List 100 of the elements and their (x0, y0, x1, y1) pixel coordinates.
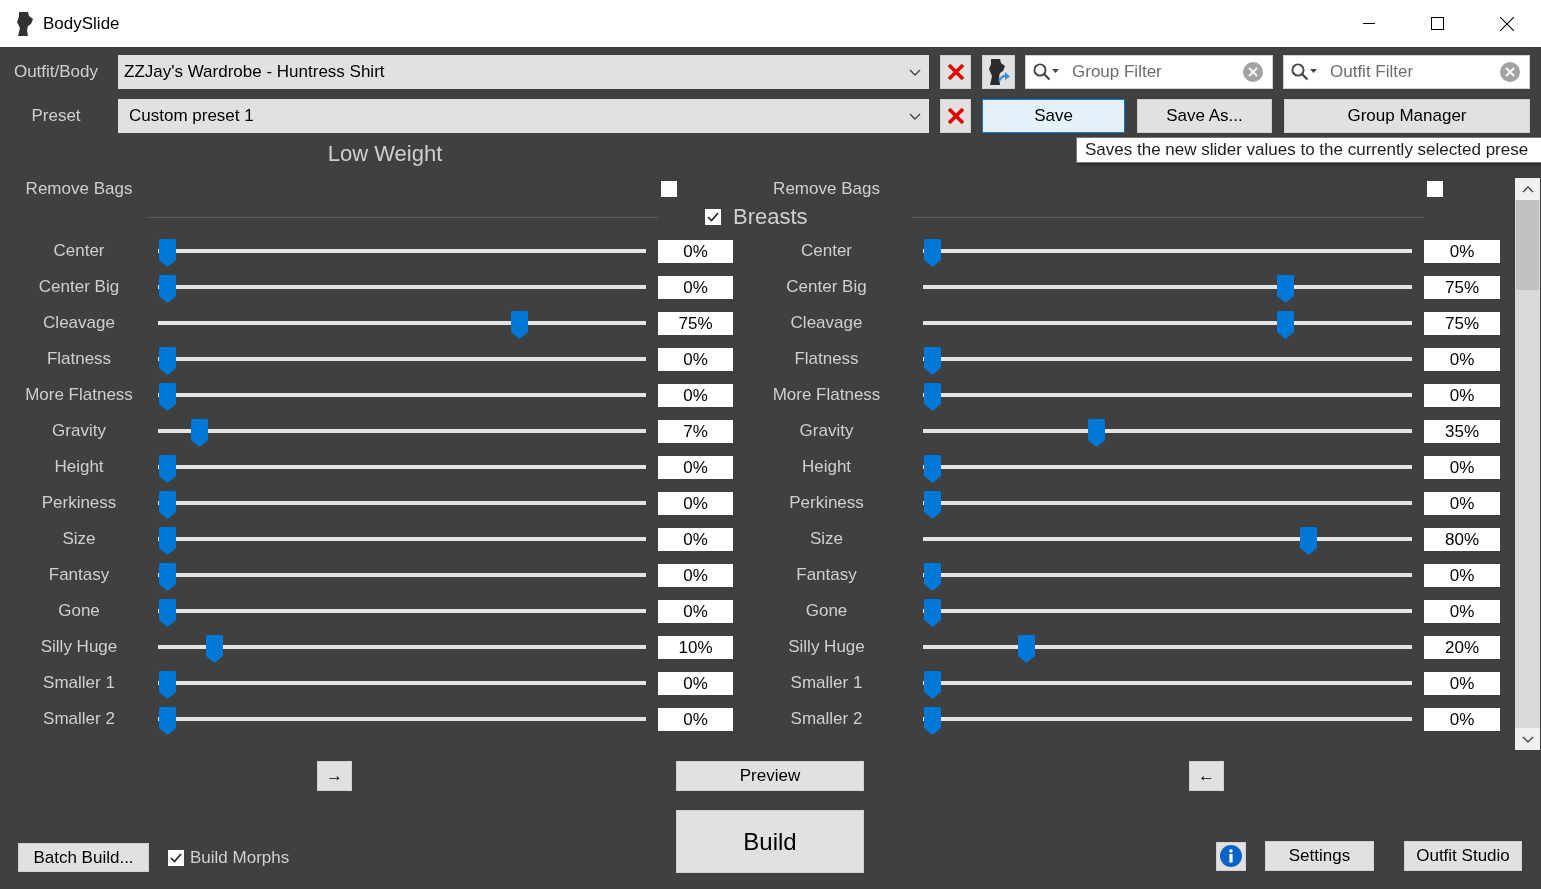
slider-thumb[interactable] (1017, 635, 1035, 663)
slider-thumb[interactable] (1276, 311, 1294, 339)
slider-thumb[interactable] (923, 563, 941, 591)
slider-thumb[interactable] (158, 383, 176, 411)
value-field[interactable]: 0% (1424, 671, 1500, 695)
preview-button[interactable]: Preview (676, 761, 864, 791)
search-field[interactable]: Outfit Filter (1283, 55, 1530, 89)
chevron-down-icon[interactable] (1521, 735, 1534, 743)
slider-thumb[interactable] (923, 383, 941, 411)
slider-label: Silly Huge (787, 637, 866, 657)
outfit-dropdown[interactable]: ZZJay's Wardrobe - Huntress Shirt (118, 55, 929, 89)
slider-thumb[interactable] (158, 239, 176, 267)
slider-label: Perkiness (40, 493, 118, 513)
maximize-icon (1431, 17, 1444, 30)
clear-icon[interactable] (1243, 62, 1263, 82)
save-as-button[interactable]: Save As... (1137, 99, 1272, 133)
slider-thumb[interactable] (923, 707, 941, 735)
search-field[interactable]: Group Filter (1025, 55, 1273, 89)
info-button[interactable] (1216, 841, 1246, 871)
slider-thumb[interactable] (1276, 275, 1294, 303)
group-manager-button[interactable]: Group Manager (1284, 99, 1530, 133)
chevron-up-icon[interactable] (1521, 185, 1534, 193)
value-field[interactable]: 0% (1424, 455, 1500, 479)
preset-dropdown[interactable]: Custom preset 1 (118, 99, 929, 133)
value-field[interactable]: 0% (658, 707, 733, 731)
slider-label: Flatness (45, 349, 113, 369)
value-field[interactable]: 0% (1424, 563, 1500, 587)
torso-icon (16, 11, 34, 36)
value-field[interactable]: 0% (658, 239, 733, 263)
value-field[interactable]: 75% (658, 311, 733, 335)
value-field[interactable]: 0% (658, 599, 733, 623)
value-field[interactable]: 35% (1424, 419, 1500, 443)
value-field[interactable]: 0% (1424, 491, 1500, 515)
checkbox[interactable] (705, 209, 721, 225)
slider-label: Gravity (798, 421, 855, 441)
slider-thumb[interactable] (205, 635, 223, 663)
delete-preset-button[interactable] (940, 99, 971, 133)
save-button[interactable]: Save (982, 99, 1125, 133)
search-icon[interactable] (1033, 63, 1061, 81)
value-field[interactable]: 7% (658, 419, 733, 443)
value-field[interactable]: 0% (1424, 239, 1500, 263)
delete-outfit-button[interactable] (940, 55, 971, 89)
scrollbar[interactable] (1515, 178, 1540, 750)
value-field[interactable]: 10% (658, 635, 733, 659)
slider-thumb[interactable] (158, 599, 176, 627)
close-icon (1499, 16, 1514, 31)
slider-thumb[interactable] (923, 599, 941, 627)
slider-thumb[interactable] (923, 239, 941, 267)
slider-thumb[interactable] (1300, 527, 1318, 555)
batch-build-button[interactable]: Batch Build... (18, 843, 149, 872)
slider-thumb[interactable] (923, 347, 941, 375)
value-field[interactable]: 0% (658, 563, 733, 587)
body-button[interactable] (982, 55, 1015, 89)
slider-thumb[interactable] (511, 311, 528, 339)
checkbox[interactable] (1427, 181, 1443, 197)
checkbox[interactable] (661, 181, 677, 197)
slider-thumb[interactable] (1088, 419, 1106, 447)
copy-left-button[interactable]: ← (1189, 761, 1224, 791)
value-field[interactable]: 0% (1424, 599, 1500, 623)
search-icon[interactable] (1291, 63, 1319, 81)
slider-thumb[interactable] (158, 491, 176, 519)
settings-button[interactable]: Settings (1265, 841, 1374, 871)
slider-thumb[interactable] (158, 671, 176, 699)
clear-icon[interactable] (1500, 62, 1520, 82)
value-field[interactable]: 80% (1424, 527, 1500, 551)
value-field[interactable]: 0% (658, 383, 733, 407)
slider-label: Gravity (51, 421, 107, 441)
value-field[interactable]: 75% (1424, 275, 1500, 299)
slider-label: Cleavage (42, 313, 116, 333)
value-field[interactable]: 0% (658, 491, 733, 515)
value-field[interactable]: 0% (658, 455, 733, 479)
value-field[interactable]: 75% (1424, 311, 1500, 335)
build-button[interactable]: Build (676, 810, 864, 873)
scrollbar-thumb[interactable] (1516, 200, 1539, 290)
value-field[interactable]: 0% (658, 275, 733, 299)
value-field[interactable]: 0% (1424, 707, 1500, 731)
value-field[interactable]: 20% (1424, 635, 1500, 659)
slider-thumb[interactable] (923, 671, 941, 699)
slider-label: Cleavage (789, 313, 864, 333)
slider-thumb[interactable] (158, 563, 176, 591)
value-field[interactable]: 0% (1424, 347, 1500, 371)
slider-thumb[interactable] (158, 455, 176, 483)
value-field[interactable]: 0% (658, 347, 733, 371)
slider-thumb[interactable] (923, 491, 941, 519)
slider-thumb[interactable] (158, 347, 176, 375)
checkbox[interactable] (168, 849, 184, 866)
minimize-icon (1362, 23, 1375, 24)
slider-thumb[interactable] (158, 527, 176, 555)
copy-right-button[interactable]: → (317, 761, 352, 791)
outfit-studio-button[interactable]: Outfit Studio (1404, 841, 1522, 871)
value-field[interactable]: 0% (658, 527, 733, 551)
value-field[interactable]: 0% (1424, 383, 1500, 407)
slider-label: Center (52, 241, 106, 261)
slider-thumb[interactable] (158, 707, 176, 735)
value-field[interactable]: 0% (658, 671, 733, 695)
slider-label: Flatness (793, 349, 860, 369)
slider-label: Gone (57, 601, 101, 621)
slider-thumb[interactable] (191, 419, 209, 447)
slider-thumb[interactable] (923, 455, 941, 483)
slider-thumb[interactable] (158, 275, 176, 303)
